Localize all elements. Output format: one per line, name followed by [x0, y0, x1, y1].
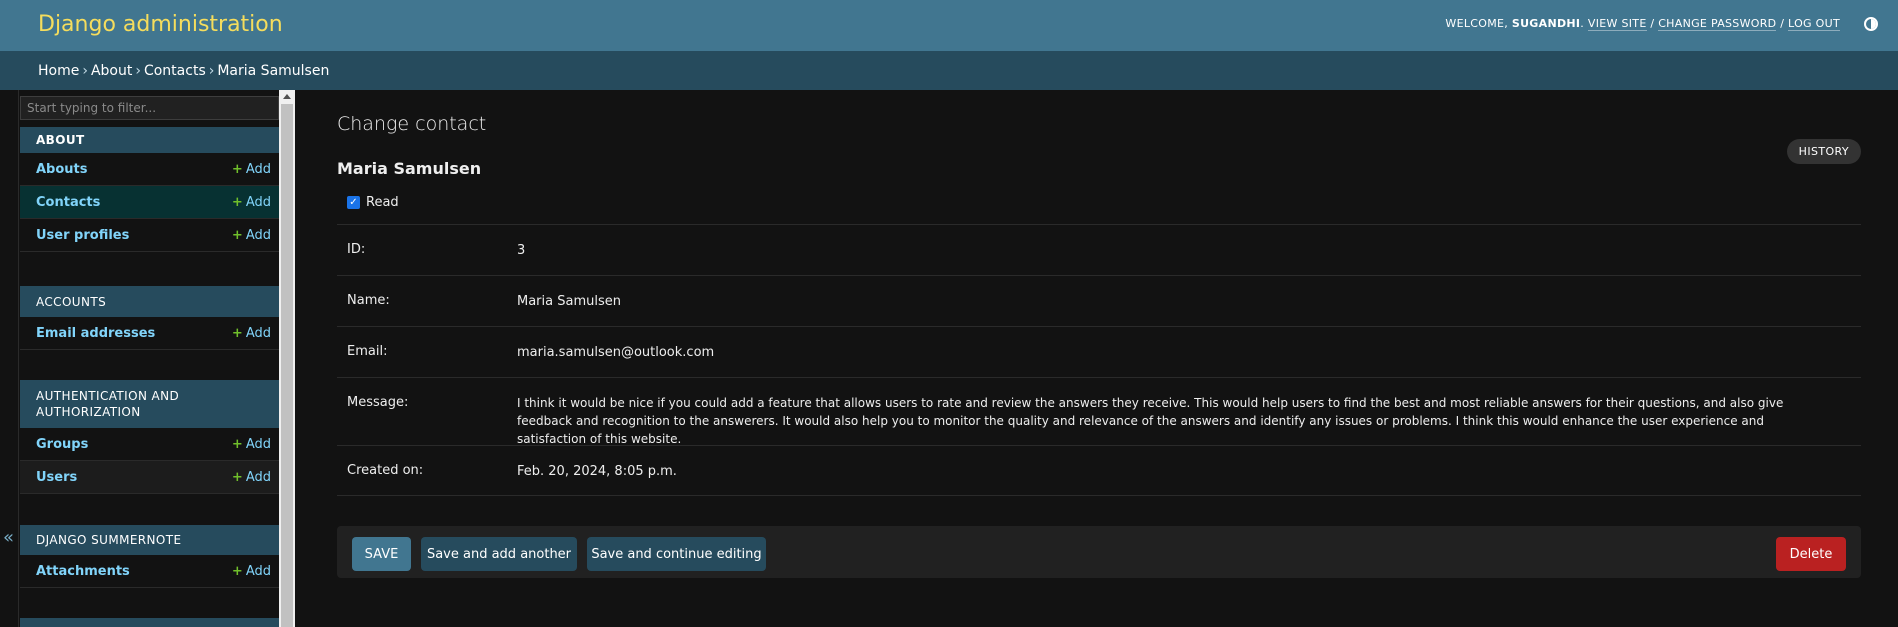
add-icon: + — [231, 161, 243, 177]
add-label: Add — [245, 469, 271, 485]
field-row-name: Name: Maria Samulsen — [337, 275, 1861, 326]
sidebar-item-users: Users + Add — [20, 461, 279, 494]
breadcrumb-about[interactable]: About — [91, 63, 132, 79]
page-title: Change contact — [337, 113, 487, 135]
add-icon: + — [231, 469, 243, 485]
field-row-message: Message: I think it would be nice if you… — [337, 377, 1861, 446]
view-site-link[interactable]: VIEW SITE — [1587, 17, 1647, 31]
scroll-up-icon[interactable] — [283, 94, 291, 99]
user-tools-separator: / — [1780, 17, 1785, 30]
add-icon: + — [231, 325, 243, 341]
history-button[interactable]: HISTORY — [1786, 139, 1861, 164]
delete-button[interactable]: Delete — [1776, 537, 1846, 571]
add-label: Add — [245, 194, 271, 210]
user-tools: WELCOME, SUGANDHI. VIEW SITE / CHANGE PA… — [1445, 17, 1840, 31]
log-out-link[interactable]: LOG OUT — [1788, 17, 1840, 31]
field-value: I think it would be nice if you could ad… — [517, 396, 1784, 446]
add-label: Add — [245, 436, 271, 452]
site-brand[interactable]: Django administration — [38, 12, 283, 37]
main-content: Change contact HISTORY Maria Samulsen ✓ … — [337, 90, 1861, 627]
nav-sidebar: ABOUT Abouts +Add Contacts +Add User pro… — [20, 90, 279, 627]
divider — [337, 495, 1861, 496]
module-caption[interactable]: AUTHENTICATION AND AUTHORIZATION — [20, 380, 279, 428]
save-button[interactable]: SAVE — [352, 537, 411, 571]
module-caption — [20, 618, 279, 627]
module-auth: AUTHENTICATION AND AUTHORIZATION Groups … — [20, 380, 279, 494]
field-label: Created on: — [347, 463, 424, 478]
change-password-link[interactable]: CHANGE PASSWORD — [1658, 17, 1777, 31]
object-name: Maria Samulsen — [337, 159, 482, 178]
collapse-icon: « — [3, 527, 15, 548]
save-and-continue-button[interactable]: Save and continue editing — [587, 537, 766, 571]
sidebar-item-label[interactable]: Contacts — [36, 195, 100, 210]
breadcrumb: Home › About › Contacts › Maria Samulsen — [0, 51, 1898, 90]
add-icon: + — [231, 227, 243, 243]
breadcrumb-separator: › — [208, 63, 215, 79]
module-accounts: ACCOUNTS Email addresses + Add — [20, 286, 279, 350]
username: SUGANDHI — [1511, 17, 1581, 30]
add-label: Add — [245, 161, 271, 177]
sidebar-item-label[interactable]: Attachments — [36, 564, 130, 579]
add-link[interactable]: + Add — [232, 195, 271, 210]
add-link[interactable]: + Add — [232, 228, 271, 243]
field-row-email: Email: maria.samulsen@outlook.com — [337, 326, 1861, 377]
breadcrumb-home[interactable]: Home — [38, 63, 79, 79]
save-and-add-another-button[interactable]: Save and add another — [421, 537, 577, 571]
field-value: Feb. 20, 2024, 8:05 p.m. — [517, 464, 677, 479]
field-label: Message: — [347, 395, 409, 410]
sidebar-item-label[interactable]: Users — [36, 470, 77, 485]
add-label: Add — [245, 325, 271, 341]
add-link[interactable]: + Add — [232, 437, 271, 452]
module-summernote: DJANGO SUMMERNOTE Attachments + Add — [20, 525, 279, 588]
field-value: 3 — [517, 243, 526, 258]
theme-toggle-icon[interactable] — [1864, 17, 1878, 31]
read-checkbox[interactable]: ✓ — [347, 196, 360, 209]
breadcrumb-contacts[interactable]: Contacts — [144, 63, 206, 79]
read-label: Read — [366, 195, 399, 210]
sidebar-item-attachments: Attachments + Add — [20, 555, 279, 588]
sidebar-item-contacts: Contacts + Add — [20, 186, 279, 219]
add-link[interactable]: + Add — [232, 564, 271, 579]
module-about: ABOUT Abouts + Add Contacts + Add User pro… — [20, 127, 279, 252]
nav-sidebar-toggle[interactable]: « — [0, 90, 19, 627]
sidebar-item-label[interactable]: Abouts — [36, 162, 88, 177]
field-row-created-on: Created on: Feb. 20, 2024, 8:05 p.m. — [337, 445, 1861, 495]
add-link[interactable]: + Add — [232, 162, 271, 177]
scrollbar-thumb[interactable] — [281, 104, 293, 627]
sidebar-scrollbar[interactable] — [279, 90, 295, 627]
field-value: Maria Samulsen — [517, 294, 621, 309]
add-label: Add — [245, 227, 271, 243]
sidebar-item-groups: Groups + Add — [20, 428, 279, 461]
sidebar-item-abouts: Abouts + Add — [20, 153, 279, 186]
module-caption[interactable]: ABOUT — [20, 127, 279, 153]
add-icon: + — [231, 194, 243, 210]
welcome-text: WELCOME, — [1445, 17, 1509, 30]
user-tools-separator: / — [1650, 17, 1655, 30]
breadcrumb-current: Maria Samulsen — [217, 63, 330, 79]
sidebar-item-email-addresses: Email addresses + Add — [20, 317, 279, 350]
breadcrumb-separator: › — [82, 63, 88, 79]
field-value: maria.samulsen@outlook.com — [517, 345, 715, 360]
sidebar-item-user-profiles: User profiles + Add — [20, 219, 279, 252]
add-link[interactable]: + Add — [232, 470, 271, 485]
module-caption[interactable]: ACCOUNTS — [20, 286, 279, 317]
field-label: ID: — [347, 242, 366, 257]
sidebar-item-label[interactable]: Groups — [36, 437, 88, 452]
add-label: Add — [245, 563, 271, 579]
breadcrumb-separator: › — [135, 63, 141, 79]
add-icon: + — [231, 563, 243, 579]
site-header: Django administration WELCOME, SUGANDHI.… — [0, 0, 1898, 51]
field-label: Email: — [347, 344, 388, 359]
add-icon: + — [231, 436, 243, 452]
field-label: Name: — [347, 293, 390, 308]
nav-filter-input[interactable] — [20, 96, 279, 120]
field-row-id: ID: 3 — [337, 224, 1861, 275]
sidebar-item-label[interactable]: Email addresses — [36, 326, 155, 341]
module-caption[interactable]: DJANGO SUMMERNOTE — [20, 525, 279, 555]
module-next — [20, 618, 279, 627]
add-link[interactable]: + Add — [232, 326, 271, 341]
submit-row: SAVE Save and add another Save and conti… — [337, 526, 1861, 578]
read-checkbox-row: ✓ Read — [347, 195, 399, 210]
sidebar-item-label[interactable]: User profiles — [36, 228, 129, 243]
